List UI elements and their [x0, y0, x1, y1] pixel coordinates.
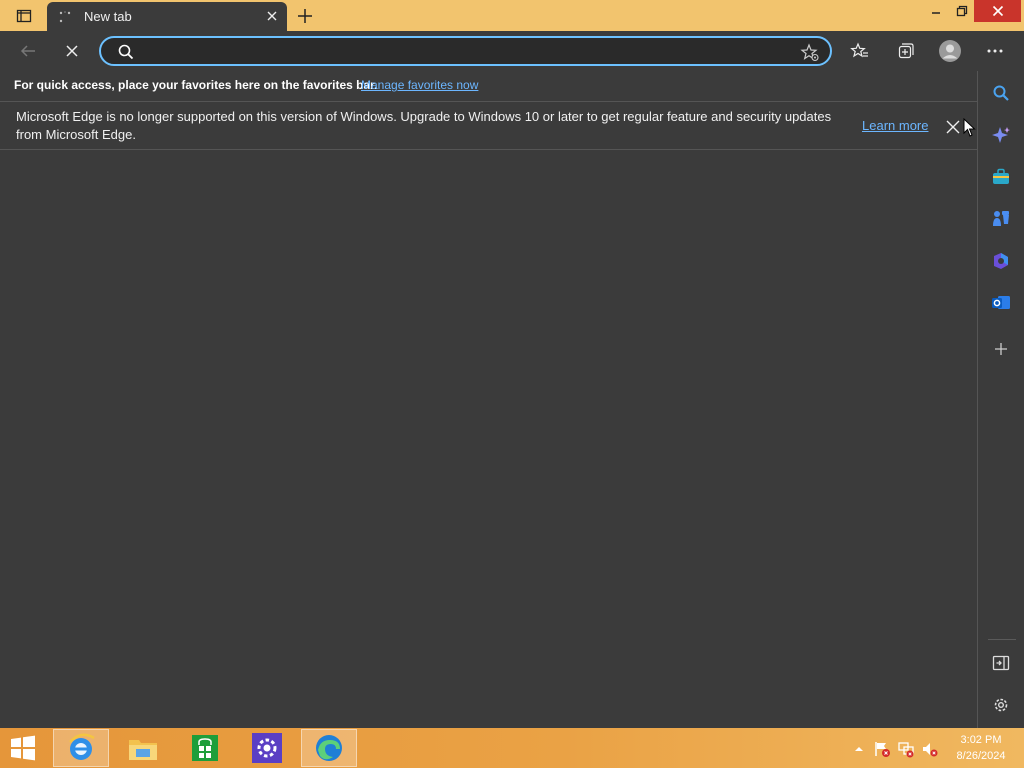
sidebar-settings-button[interactable] [990, 694, 1012, 716]
clock-date: 8/26/2024 [956, 750, 1006, 762]
favorites-icon [850, 42, 868, 58]
minimize-button[interactable] [924, 0, 948, 22]
more-button[interactable] [984, 40, 1006, 62]
taskbar-file-explorer[interactable] [115, 729, 171, 767]
search-icon [118, 44, 134, 60]
tab-new-tab[interactable]: New tab [47, 2, 287, 31]
address-bar[interactable] [99, 36, 832, 66]
system-clock[interactable]: 3:02 PM 8/26/2024 [946, 732, 1016, 764]
sidebar-add-button[interactable] [990, 338, 1012, 360]
tab-actions-icon [16, 9, 32, 23]
manage-favorites-link[interactable]: Manage favorites now [361, 78, 478, 92]
minimize-icon [932, 12, 940, 14]
tab-actions-button[interactable] [10, 6, 38, 26]
settings-app-icon [252, 733, 282, 763]
infobar-close-icon[interactable] [945, 119, 961, 135]
sidebar-shopping-button[interactable] [990, 166, 1012, 188]
volume-button[interactable] [921, 740, 939, 758]
address-input[interactable] [141, 42, 781, 60]
edge-sidebar [977, 71, 1024, 728]
hide-sidebar-button[interactable] [990, 652, 1012, 674]
stop-loading-icon [66, 45, 78, 57]
network-button[interactable] [897, 740, 915, 758]
add-icon [995, 343, 1007, 355]
loading-icon [59, 11, 71, 23]
favorites-button[interactable] [849, 40, 871, 62]
mouse-cursor-icon [963, 118, 976, 137]
outlook-icon [992, 296, 1010, 309]
start-button[interactable] [6, 734, 40, 762]
show-hidden-icons-button[interactable] [850, 740, 868, 758]
new-tab-button[interactable] [295, 6, 315, 26]
infobar-message: Microsoft Edge is no longer supported on… [16, 109, 832, 142]
back-icon [20, 45, 35, 57]
hide-sidebar-icon [992, 655, 1010, 671]
windows-taskbar: 3:02 PM 8/26/2024 [0, 728, 1024, 768]
unsupported-os-infobar: Microsoft Edge is no longer supported on… [0, 102, 977, 150]
taskbar-edge[interactable] [301, 729, 357, 767]
sidebar-office-button[interactable] [990, 250, 1012, 272]
taskbar-internet-explorer[interactable] [53, 729, 109, 767]
network-icon [898, 742, 914, 758]
sidebar-search-button[interactable] [990, 82, 1012, 104]
volume-muted-icon [923, 743, 938, 757]
sidebar-divider [988, 639, 1016, 640]
browser-toolbar [0, 31, 1024, 71]
window-close-button[interactable] [974, 0, 1021, 22]
add-favorite-icon[interactable] [800, 43, 820, 63]
title-bar: New tab [0, 0, 1024, 31]
favorites-bar: For quick access, place your favorites h… [0, 71, 977, 102]
learn-more-link[interactable]: Learn more [862, 118, 928, 133]
sidebar-outlook-button[interactable] [990, 292, 1012, 314]
restore-button[interactable] [950, 0, 974, 22]
sidebar-copilot-button[interactable] [990, 124, 1012, 146]
stop-loading-button[interactable] [61, 40, 83, 62]
games-icon [993, 211, 1009, 226]
back-button[interactable] [17, 40, 39, 62]
settings-icon [994, 698, 1008, 712]
taskbar-store[interactable] [177, 729, 233, 767]
tab-title: New tab [84, 9, 132, 24]
internet-explorer-icon [69, 733, 95, 760]
show-hidden-icons [855, 747, 863, 751]
taskbar-settings[interactable] [239, 729, 295, 767]
tab-close-icon[interactable] [265, 9, 279, 23]
copilot-icon [992, 127, 1010, 143]
more-icon [987, 49, 1003, 53]
profile-button[interactable] [938, 39, 962, 63]
action-center-flag-icon [875, 742, 890, 757]
favorites-bar-message: For quick access, place your favorites h… [14, 78, 378, 92]
collections-button[interactable] [894, 40, 916, 62]
page-content [0, 150, 977, 728]
office-icon [994, 253, 1008, 269]
sidebar-games-button[interactable] [990, 208, 1012, 230]
file-explorer-icon [129, 740, 157, 760]
restore-icon [956, 5, 968, 17]
collections-icon [898, 43, 914, 59]
shopping-icon [993, 168, 1009, 184]
action-center-button[interactable] [873, 740, 891, 758]
search-icon [993, 85, 1009, 101]
profile-icon [939, 40, 961, 62]
edge-icon [316, 735, 342, 761]
close-icon [992, 5, 1003, 17]
clock-time: 3:02 PM [960, 734, 1002, 746]
store-icon [192, 735, 218, 761]
